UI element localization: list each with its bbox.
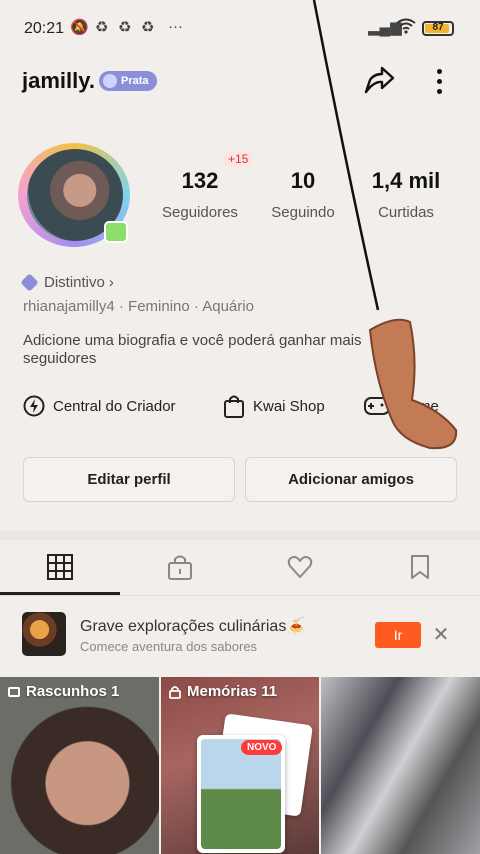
more-dots-icon: ··· [168,18,183,35]
promo-go-button[interactable]: Ir [375,622,421,648]
video-thumbnail[interactable] [321,677,480,854]
likes-label[interactable]: Curtidas [356,204,456,221]
kwai-shop-shortcut[interactable]: Kwai Shop [223,393,325,419]
battery-icon: 87 [422,21,454,36]
add-friends-button[interactable]: Adicionar amigos [245,457,457,502]
followers-label[interactable]: Seguidores [150,204,250,221]
grid-icon[interactable] [47,554,73,580]
likes-count[interactable]: 1,4 mil [356,168,456,194]
lightning-icon [23,395,45,417]
mute-icon: 🔕 [70,19,89,36]
profile-meta: rhianajamilly4 · Feminino · Aquário [23,298,254,315]
close-icon[interactable]: ✕ [430,622,452,648]
game-label: Game [398,397,439,415]
gamepad-icon [364,397,390,415]
followers-increment-badge: +15 [224,151,253,167]
badge-label: Prata [121,75,149,87]
edit-profile-button[interactable]: Editar perfil [23,457,235,502]
promo-title[interactable]: Grave explorações culinárias🍝 [80,616,306,636]
new-badge: NOVO [241,740,283,755]
kwai-shop-label: Kwai Shop [253,397,325,415]
badge-icon [103,74,117,88]
promo-thumbnail[interactable] [22,612,66,656]
chevron-right-icon: › [108,274,114,291]
level-badge[interactable]: Prata [99,71,157,91]
recycle-icon: ♻ [118,19,132,36]
memories-cell[interactable]: NOVO Memórias 11 [161,677,319,854]
drafts-label-wrap: Rascunhos 1 [8,683,119,700]
followers-count[interactable]: 132 [160,168,240,194]
active-tab-indicator [0,592,120,595]
bag-icon [224,395,244,418]
distintivo-label: Distintivo [44,274,105,291]
following-count[interactable]: 10 [263,168,343,194]
battery-level: 87 [432,22,444,33]
memories-label-wrap: Memórias 11 [169,683,277,700]
status-time: 20:21 [24,20,65,37]
bio-prompt[interactable]: Adicione uma biografia e você poderá gan… [23,332,383,368]
more-options-icon[interactable] [426,64,452,98]
memory-photo [201,739,281,849]
distintivo-icon [20,273,39,292]
creator-center-label: Central do Criador [53,397,176,415]
drafts-label: Rascunhos 1 [26,683,120,700]
drafts-icon [8,686,20,697]
lock-icon [169,685,181,699]
avatar-camera-icon [104,221,128,243]
drafts-cell[interactable]: Rascunhos 1 [0,677,159,854]
avatar[interactable] [14,143,134,251]
heart-icon[interactable] [287,554,313,580]
username: jamilly. [22,68,95,93]
recycle-icon: ♻ [141,19,155,36]
status-bar: 20:21 🔕 ♻ ♻ ♻ ··· ▂▄▆ 87 [0,0,480,56]
wifi-icon [396,18,416,38]
bookmark-icon[interactable] [407,554,433,580]
creator-center-shortcut[interactable]: Central do Criador [23,393,176,419]
share-icon[interactable] [362,64,396,98]
following-label[interactable]: Seguindo [253,204,353,221]
lock-icon[interactable] [167,554,193,580]
distintivo-link[interactable]: Distintivo › [20,273,114,292]
promo-subtitle: Comece aventura dos sabores [80,639,258,654]
section-divider [0,531,480,540]
game-shortcut[interactable]: Game [364,393,439,419]
memories-label: Memórias 11 [187,683,278,700]
recycle-icon: ♻ [95,19,109,36]
